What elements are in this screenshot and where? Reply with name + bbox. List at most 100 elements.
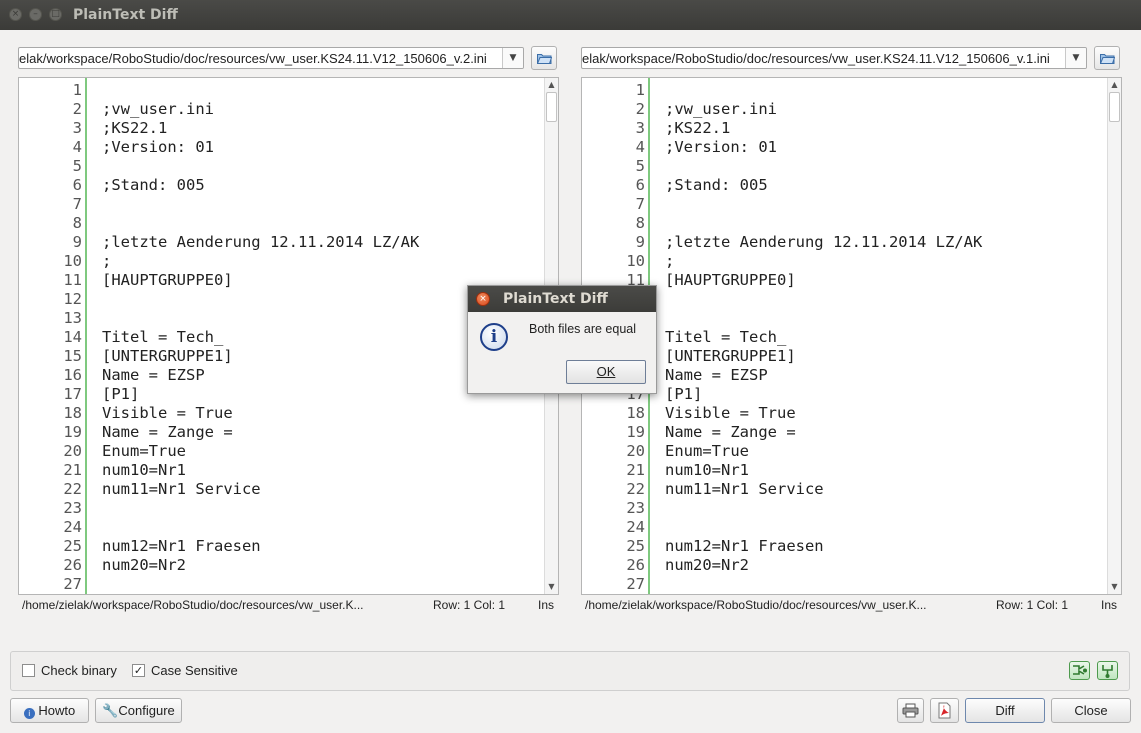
scroll-down-icon[interactable]: ▼ bbox=[1108, 580, 1121, 594]
howto-button[interactable]: i Howto bbox=[10, 698, 89, 723]
line-number: 3 bbox=[72, 119, 82, 137]
previous-difference-button[interactable] bbox=[1069, 661, 1090, 680]
code-line[interactable]: num10=Nr1 bbox=[102, 461, 186, 480]
code-line[interactable]: num12=Nr1 Fraesen bbox=[102, 537, 261, 556]
code-line[interactable]: num11=Nr1 Service bbox=[665, 480, 824, 499]
line-number: 10 bbox=[63, 252, 82, 270]
right-chevron-down-icon[interactable]: ▼ bbox=[1065, 48, 1086, 68]
line-number: 18 bbox=[626, 404, 645, 422]
code-line[interactable]: num10=Nr1 bbox=[665, 461, 749, 480]
code-line[interactable]: Titel = Tech_ bbox=[665, 328, 786, 347]
code-line[interactable]: [P1] bbox=[665, 385, 702, 404]
code-line[interactable]: Enum=True bbox=[102, 442, 186, 461]
code-line[interactable]: Titel = Tech_ bbox=[102, 328, 223, 347]
code-line[interactable]: Name = EZSP bbox=[665, 366, 768, 385]
code-line[interactable]: [UNTERGRUPPE1] bbox=[665, 347, 796, 366]
line-number: 12 bbox=[63, 290, 82, 308]
code-line[interactable]: num12=Nr1 Fraesen bbox=[665, 537, 824, 556]
code-line[interactable]: [HAUPTGRUPPE0] bbox=[665, 271, 796, 290]
line-number: 6 bbox=[635, 176, 645, 194]
left-chevron-down-icon[interactable]: ▼ bbox=[502, 48, 523, 68]
window-title: PlainText Diff bbox=[73, 7, 178, 23]
code-line[interactable]: ;letzte Aenderung 12.11.2014 LZ/AK bbox=[665, 233, 982, 252]
code-line[interactable]: ;Version: 01 bbox=[102, 138, 214, 157]
left-file-path-combo[interactable]: elak/workspace/RoboStudio/doc/resources/… bbox=[18, 47, 524, 69]
configure-button[interactable]: 🔧Configure bbox=[95, 698, 182, 723]
scroll-up-icon[interactable]: ▲ bbox=[1108, 78, 1121, 92]
options-group: Check binary ✓ Case Sensitive bbox=[10, 651, 1130, 691]
dialog-titlebar: × PlainText Diff bbox=[468, 286, 656, 312]
code-line[interactable]: num20=Nr2 bbox=[665, 556, 749, 575]
message-dialog: × PlainText Diff i Both files are equal … bbox=[467, 285, 657, 394]
line-number: 7 bbox=[635, 195, 645, 213]
line-number: 2 bbox=[635, 100, 645, 118]
right-vertical-scrollbar[interactable]: ▲ ▼ bbox=[1107, 78, 1121, 594]
line-number: 9 bbox=[635, 233, 645, 251]
diff-button[interactable]: Diff bbox=[965, 698, 1045, 723]
code-line[interactable]: [UNTERGRUPPE1] bbox=[102, 347, 233, 366]
code-line[interactable]: Enum=True bbox=[665, 442, 749, 461]
next-difference-button[interactable] bbox=[1097, 661, 1118, 680]
diff-next-icon bbox=[1102, 665, 1113, 678]
line-number: 9 bbox=[72, 233, 82, 251]
code-line[interactable]: num11=Nr1 Service bbox=[102, 480, 261, 499]
print-button[interactable] bbox=[897, 698, 924, 723]
line-number: 17 bbox=[63, 385, 82, 403]
diff-prev-icon bbox=[1073, 665, 1087, 675]
scroll-down-icon[interactable]: ▼ bbox=[545, 580, 558, 594]
line-number: 4 bbox=[635, 138, 645, 156]
code-line[interactable]: ; bbox=[665, 252, 674, 271]
code-line[interactable]: ; bbox=[102, 252, 111, 271]
window-titlebar: × – □ PlainText Diff bbox=[0, 0, 1141, 30]
code-line[interactable]: ;Version: 01 bbox=[665, 138, 777, 157]
right-file-path-combo[interactable]: elak/workspace/RoboStudio/doc/resources/… bbox=[581, 47, 1087, 69]
code-line[interactable]: Visible = True bbox=[102, 404, 233, 423]
code-line[interactable]: ;KS22.1 bbox=[102, 119, 167, 138]
ok-button[interactable]: OK bbox=[566, 360, 646, 384]
code-line[interactable]: num20=Nr2 bbox=[102, 556, 186, 575]
close-window-icon[interactable]: × bbox=[9, 8, 22, 21]
export-pdf-button[interactable] bbox=[930, 698, 959, 723]
close-button[interactable]: Close bbox=[1051, 698, 1131, 723]
code-line[interactable]: Name = Zange = bbox=[665, 423, 796, 442]
check-binary-checkbox[interactable] bbox=[22, 664, 35, 677]
info-icon: i bbox=[480, 323, 508, 351]
code-line[interactable]: ;Stand: 005 bbox=[665, 176, 768, 195]
left-file-path-value: elak/workspace/RoboStudio/doc/resources/… bbox=[19, 51, 487, 66]
code-line[interactable]: Name = EZSP bbox=[102, 366, 205, 385]
line-number: 20 bbox=[626, 442, 645, 460]
code-line[interactable]: [HAUPTGRUPPE0] bbox=[102, 271, 233, 290]
minimize-window-icon[interactable]: – bbox=[29, 8, 42, 21]
line-number: 15 bbox=[63, 347, 82, 365]
line-number: 8 bbox=[72, 214, 82, 232]
line-number: 1 bbox=[635, 81, 645, 99]
left-open-file-button[interactable] bbox=[531, 46, 557, 70]
line-number: 27 bbox=[63, 575, 82, 593]
right-status-mode: Ins bbox=[1101, 598, 1118, 612]
scroll-up-icon[interactable]: ▲ bbox=[545, 78, 558, 92]
line-number: 22 bbox=[626, 480, 645, 498]
code-line[interactable]: ;vw_user.ini bbox=[102, 100, 214, 119]
line-number: 21 bbox=[626, 461, 645, 479]
scroll-thumb[interactable] bbox=[546, 92, 557, 122]
code-line[interactable]: ;Stand: 005 bbox=[102, 176, 205, 195]
folder-open-icon bbox=[1100, 54, 1115, 64]
scroll-thumb[interactable] bbox=[1109, 92, 1120, 122]
line-number: 22 bbox=[63, 480, 82, 498]
dialog-close-icon[interactable]: × bbox=[476, 292, 490, 306]
line-number: 7 bbox=[72, 195, 82, 213]
code-line[interactable]: ;letzte Aenderung 12.11.2014 LZ/AK bbox=[102, 233, 419, 252]
right-file-path-value: elak/workspace/RoboStudio/doc/resources/… bbox=[582, 51, 1050, 66]
line-number: 27 bbox=[626, 575, 645, 593]
right-open-file-button[interactable] bbox=[1094, 46, 1120, 70]
right-text-editor[interactable]: 1 2 ;vw_user.ini 3 ;KS22.1 4 ;Version: 01 5 6 ;St… bbox=[581, 77, 1122, 595]
maximize-window-icon[interactable]: □ bbox=[49, 8, 62, 21]
left-gutter-marker bbox=[85, 78, 87, 594]
code-line[interactable]: Visible = True bbox=[665, 404, 796, 423]
line-number: 24 bbox=[63, 518, 82, 536]
code-line[interactable]: Name = Zange = bbox=[102, 423, 233, 442]
code-line[interactable]: ;KS22.1 bbox=[665, 119, 730, 138]
code-line[interactable]: ;vw_user.ini bbox=[665, 100, 777, 119]
code-line[interactable]: [P1] bbox=[102, 385, 139, 404]
case-sensitive-checkbox[interactable]: ✓ bbox=[132, 664, 145, 677]
